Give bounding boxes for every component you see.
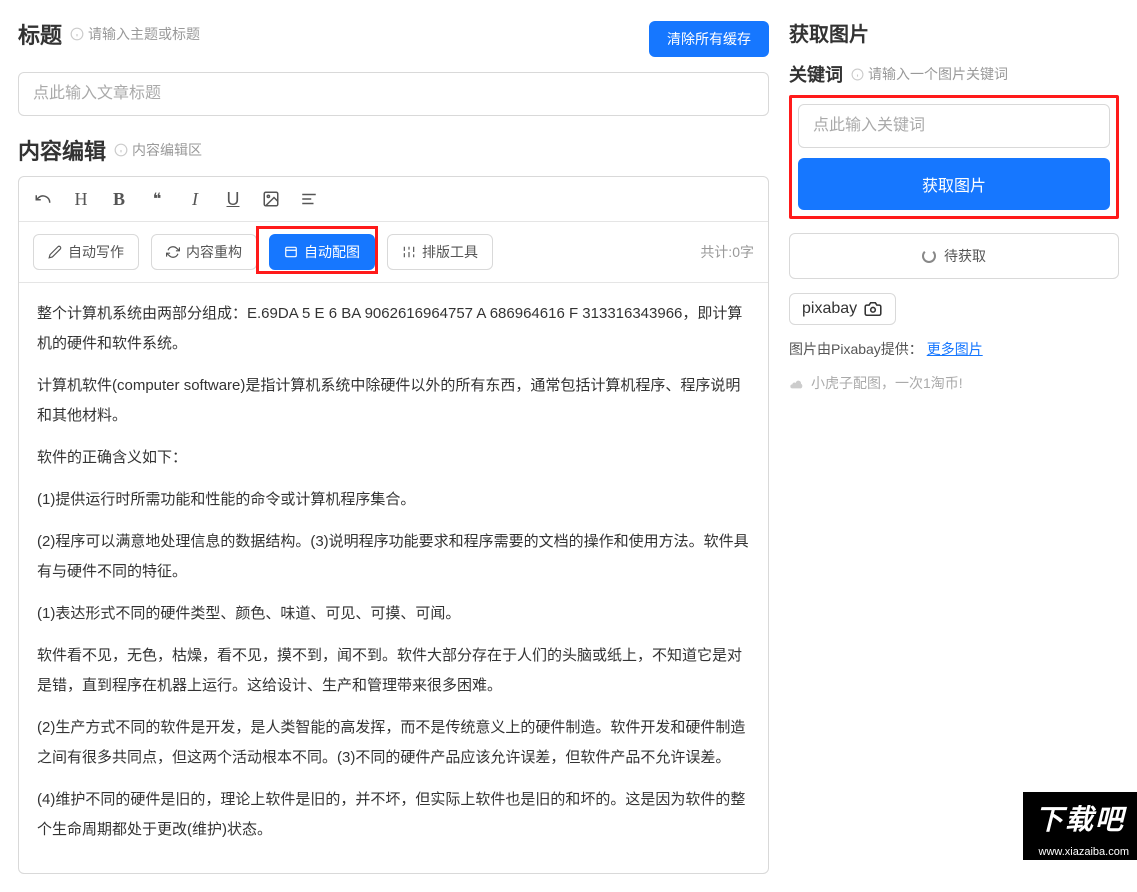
credit-line: 图片由Pixabay提供： 更多图片 (789, 339, 1119, 359)
align-left-icon (300, 190, 318, 208)
image-button[interactable] (261, 189, 281, 209)
info-icon (114, 143, 128, 157)
undo-icon (34, 190, 52, 208)
content-paragraph: 软件看不见，无色，枯燥，看不见，摸不到，闻不到。软件大部分存在于人们的头脑或纸上… (37, 641, 750, 701)
content-paragraph: 软件的正确含义如下： (37, 443, 750, 473)
sliders-icon (402, 245, 416, 259)
get-image-label: 获取图片 (789, 18, 869, 47)
auto-write-button[interactable]: 自动写作 (33, 234, 139, 270)
restructure-button[interactable]: 内容重构 (151, 234, 257, 270)
camera-icon (863, 302, 883, 316)
content-paragraph: 整个计算机系统由两部分组成：E.69DA 5 E 6 BA 9062616964… (37, 299, 750, 359)
content-paragraph: (2)程序可以满意地处理信息的数据结构。(3)说明程序功能要求和程序需要的文档的… (37, 527, 750, 587)
get-image-header: 获取图片 (789, 18, 1119, 47)
title-input[interactable] (18, 72, 769, 116)
bold-button[interactable]: B (109, 189, 129, 209)
layout-tool-button[interactable]: 排版工具 (387, 234, 493, 270)
editor-action-bar: 自动写作 内容重构 自动配图 排版工具 共计:0字 (19, 222, 768, 283)
content-paragraph: 计算机软件(computer software)是指计算机系统中除硬件以外的所有… (37, 371, 750, 431)
keyword-input[interactable] (798, 104, 1110, 148)
keyword-hint: 请输入一个图片关键词 (851, 64, 1008, 84)
watermark-logo: 下载吧 (1023, 792, 1137, 844)
pending-button[interactable]: 待获取 (789, 233, 1119, 279)
get-image-button[interactable]: 获取图片 (798, 158, 1110, 210)
align-button[interactable] (299, 189, 319, 209)
right-sidebar: 获取图片 关键词 请输入一个图片关键词 获取图片 待获取 pixabay (789, 18, 1119, 874)
heading-button[interactable]: H (71, 189, 91, 209)
char-count: 共计:0字 (700, 242, 754, 262)
editor-toolbar: H B ❝ I U (19, 177, 768, 222)
content-paragraph: (1)表达形式不同的硬件类型、颜色、味道、可见、可摸、可闻。 (37, 599, 750, 629)
undo-button[interactable] (33, 189, 53, 209)
quote-button[interactable]: ❝ (147, 189, 167, 209)
content-paragraph: (1)提供运行时所需功能和性能的命令或计算机程序集合。 (37, 485, 750, 515)
image-icon (262, 190, 280, 208)
editor-container: H B ❝ I U 自动写作 内容重构 (18, 176, 769, 874)
underline-button[interactable]: U (223, 189, 243, 209)
pencil-icon (48, 245, 62, 259)
info-icon (851, 68, 864, 81)
editor-section-header: 内容编辑 内容编辑区 (18, 134, 769, 166)
info-icon (70, 27, 84, 41)
title-hint: 请输入主题或标题 (70, 24, 200, 44)
pixabay-badge: pixabay (789, 293, 896, 325)
note-line: 小虎子配图，一次1淘币! (789, 373, 1119, 393)
keyword-highlight-box: 获取图片 (789, 95, 1119, 219)
italic-button[interactable]: I (185, 189, 205, 209)
editor-label: 内容编辑 (18, 134, 106, 166)
spinner-icon (922, 249, 936, 263)
clear-cache-button[interactable]: 清除所有缓存 (649, 21, 769, 57)
keyword-header: 关键词 请输入一个图片关键词 (789, 61, 1119, 87)
keyword-label: 关键词 (789, 61, 843, 87)
window-icon (284, 245, 298, 259)
left-column: 标题 请输入主题或标题 清除所有缓存 内容编辑 内容编辑区 H (18, 18, 769, 874)
auto-image-button[interactable]: 自动配图 (269, 234, 375, 270)
watermark: 下载吧 www.xiazaiba.com (1023, 792, 1137, 860)
editor-hint: 内容编辑区 (114, 140, 202, 160)
watermark-url: www.xiazaiba.com (1023, 844, 1137, 860)
refresh-icon (166, 245, 180, 259)
title-label: 标题 (18, 18, 62, 50)
editor-content[interactable]: 整个计算机系统由两部分组成：E.69DA 5 E 6 BA 9062616964… (19, 283, 768, 873)
title-section-header: 标题 请输入主题或标题 (18, 18, 200, 50)
cloud-icon (789, 377, 805, 389)
content-paragraph: (2)生产方式不同的软件是开发，是人类智能的高发挥，而不是传统意义上的硬件制造。… (37, 713, 750, 773)
more-images-link[interactable]: 更多图片 (927, 341, 983, 357)
content-paragraph: (4)维护不同的硬件是旧的，理论上软件是旧的，并不坏，但实际上软件也是旧的和坏的… (37, 785, 750, 845)
